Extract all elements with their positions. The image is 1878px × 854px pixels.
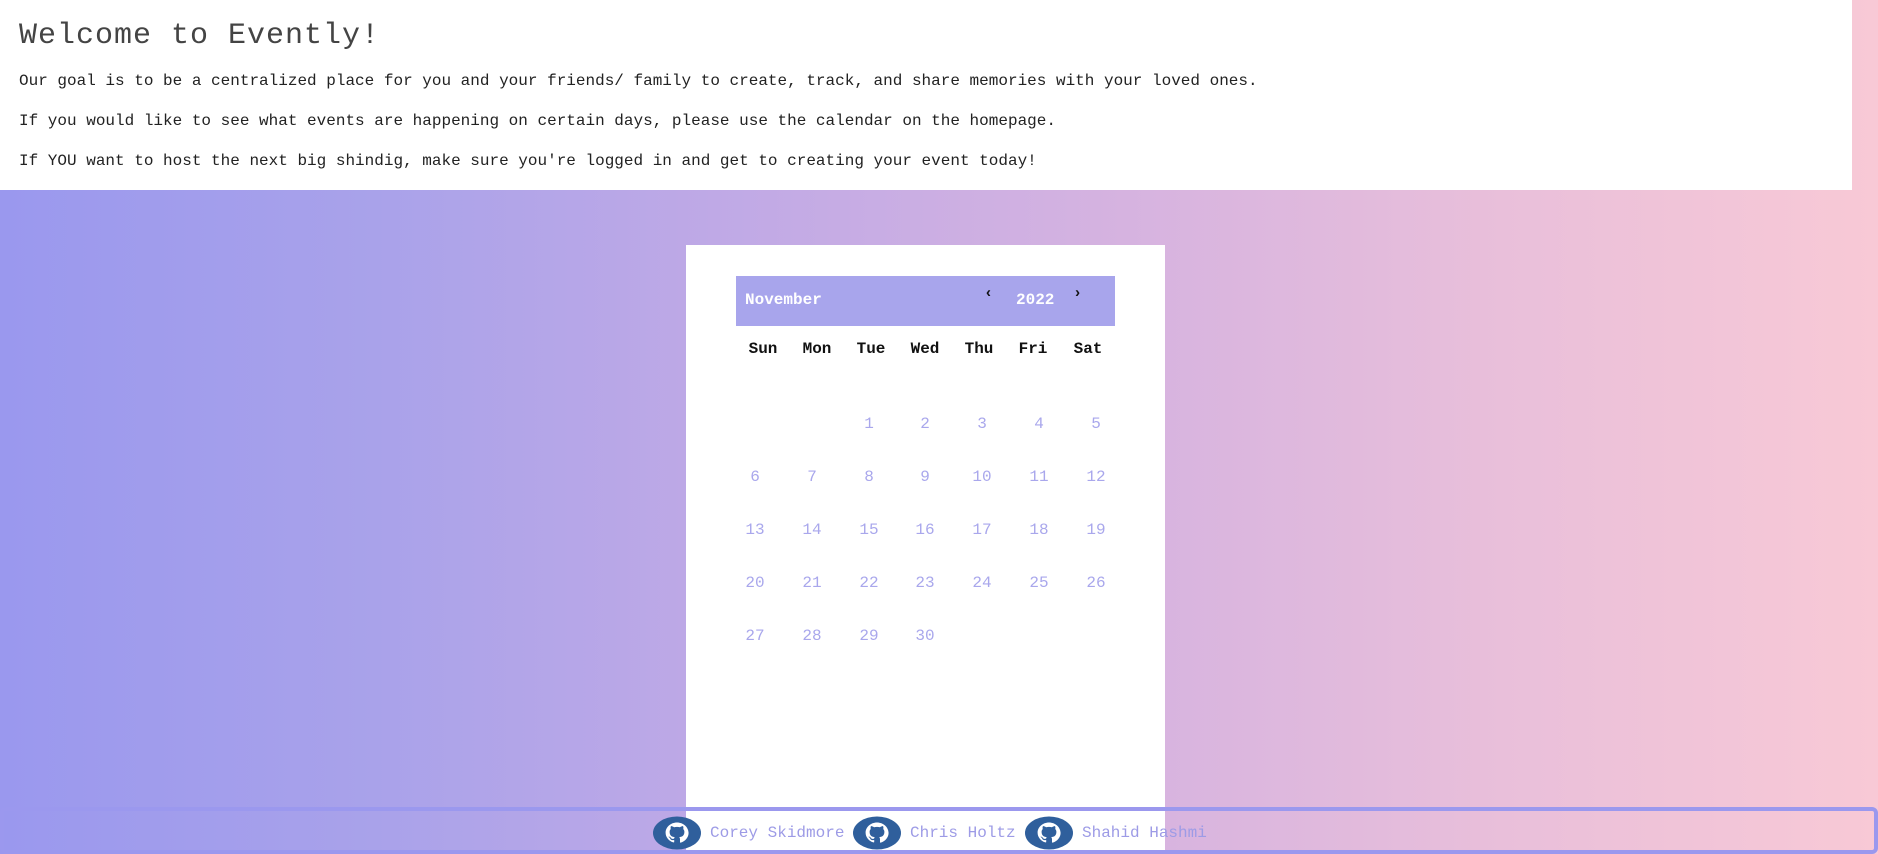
calendar-day-9[interactable]: 9 (897, 468, 953, 486)
calendar-day-6[interactable]: 6 (727, 468, 783, 486)
calendar-year: 2022 (1016, 291, 1055, 309)
calendar-day-4[interactable]: 4 (1011, 415, 1067, 433)
calendar-day-12[interactable]: 12 (1068, 468, 1124, 486)
welcome-paragraph-calendar: If you would like to see what events are… (19, 112, 1056, 130)
calendar-day-14[interactable]: 14 (784, 521, 840, 539)
weekday-tue: Tue (856, 340, 886, 358)
calendar-day-25[interactable]: 25 (1011, 574, 1067, 592)
calendar-day-27[interactable]: 27 (727, 627, 783, 645)
calendar-day-29[interactable]: 29 (841, 627, 897, 645)
weekday-wed: Wed (910, 340, 940, 358)
calendar-day-1[interactable]: 1 (841, 415, 897, 433)
calendar-day-26[interactable]: 26 (1068, 574, 1124, 592)
calendar-day-17[interactable]: 17 (954, 521, 1010, 539)
calendar-day-20[interactable]: 20 (727, 574, 783, 592)
calendar-day-15[interactable]: 15 (841, 521, 897, 539)
weekday-fri: Fri (1018, 340, 1048, 358)
calendar-day-16[interactable]: 16 (897, 521, 953, 539)
calendar-day-3[interactable]: 3 (954, 415, 1010, 433)
weekday-thu: Thu (964, 340, 994, 358)
welcome-panel: Welcome to Evently! Our goal is to be a … (0, 0, 1852, 190)
calendar-header: November ‹ 2022 › (736, 276, 1115, 326)
calendar-day-23[interactable]: 23 (897, 574, 953, 592)
calendar-card: November ‹ 2022 › Sun Mon Tue Wed Thu Fr… (686, 245, 1165, 854)
developer-link-shahid[interactable]: Shahid Hashmi (1024, 816, 1207, 850)
welcome-paragraph-goal: Our goal is to be a centralized place fo… (19, 72, 1258, 90)
developer-name: Chris Holtz (910, 824, 1016, 842)
previous-year-chevron-icon[interactable]: ‹ (984, 285, 993, 302)
welcome-paragraph-host: If YOU want to host the next big shindig… (19, 152, 1037, 170)
weekday-sun: Sun (748, 340, 778, 358)
calendar-day-2[interactable]: 2 (897, 415, 953, 433)
calendar-day-28[interactable]: 28 (784, 627, 840, 645)
calendar-day-8[interactable]: 8 (841, 468, 897, 486)
next-year-chevron-icon[interactable]: › (1073, 285, 1082, 302)
calendar-day-7[interactable]: 7 (784, 468, 840, 486)
developer-name: Corey Skidmore (710, 824, 845, 842)
calendar-day-30[interactable]: 30 (897, 627, 953, 645)
weekday-mon: Mon (802, 340, 832, 358)
calendar-day-18[interactable]: 18 (1011, 521, 1067, 539)
calendar-day-22[interactable]: 22 (841, 574, 897, 592)
developer-link-corey[interactable]: Corey Skidmore (652, 816, 844, 850)
weekday-sat: Sat (1073, 340, 1103, 358)
calendar-day-5[interactable]: 5 (1068, 415, 1124, 433)
calendar-day-11[interactable]: 11 (1011, 468, 1067, 486)
developer-name: Shahid Hashmi (1082, 824, 1207, 842)
github-icon (653, 816, 701, 850)
calendar-day-13[interactable]: 13 (727, 521, 783, 539)
calendar-day-21[interactable]: 21 (784, 574, 840, 592)
github-icon (853, 816, 901, 850)
calendar-day-10[interactable]: 10 (954, 468, 1010, 486)
calendar-month: November (745, 291, 822, 309)
github-icon (1025, 816, 1073, 850)
calendar-day-24[interactable]: 24 (954, 574, 1010, 592)
developer-link-chris[interactable]: Chris Holtz (852, 816, 1016, 850)
welcome-title: Welcome to Evently! (19, 19, 381, 53)
calendar-day-19[interactable]: 19 (1068, 521, 1124, 539)
